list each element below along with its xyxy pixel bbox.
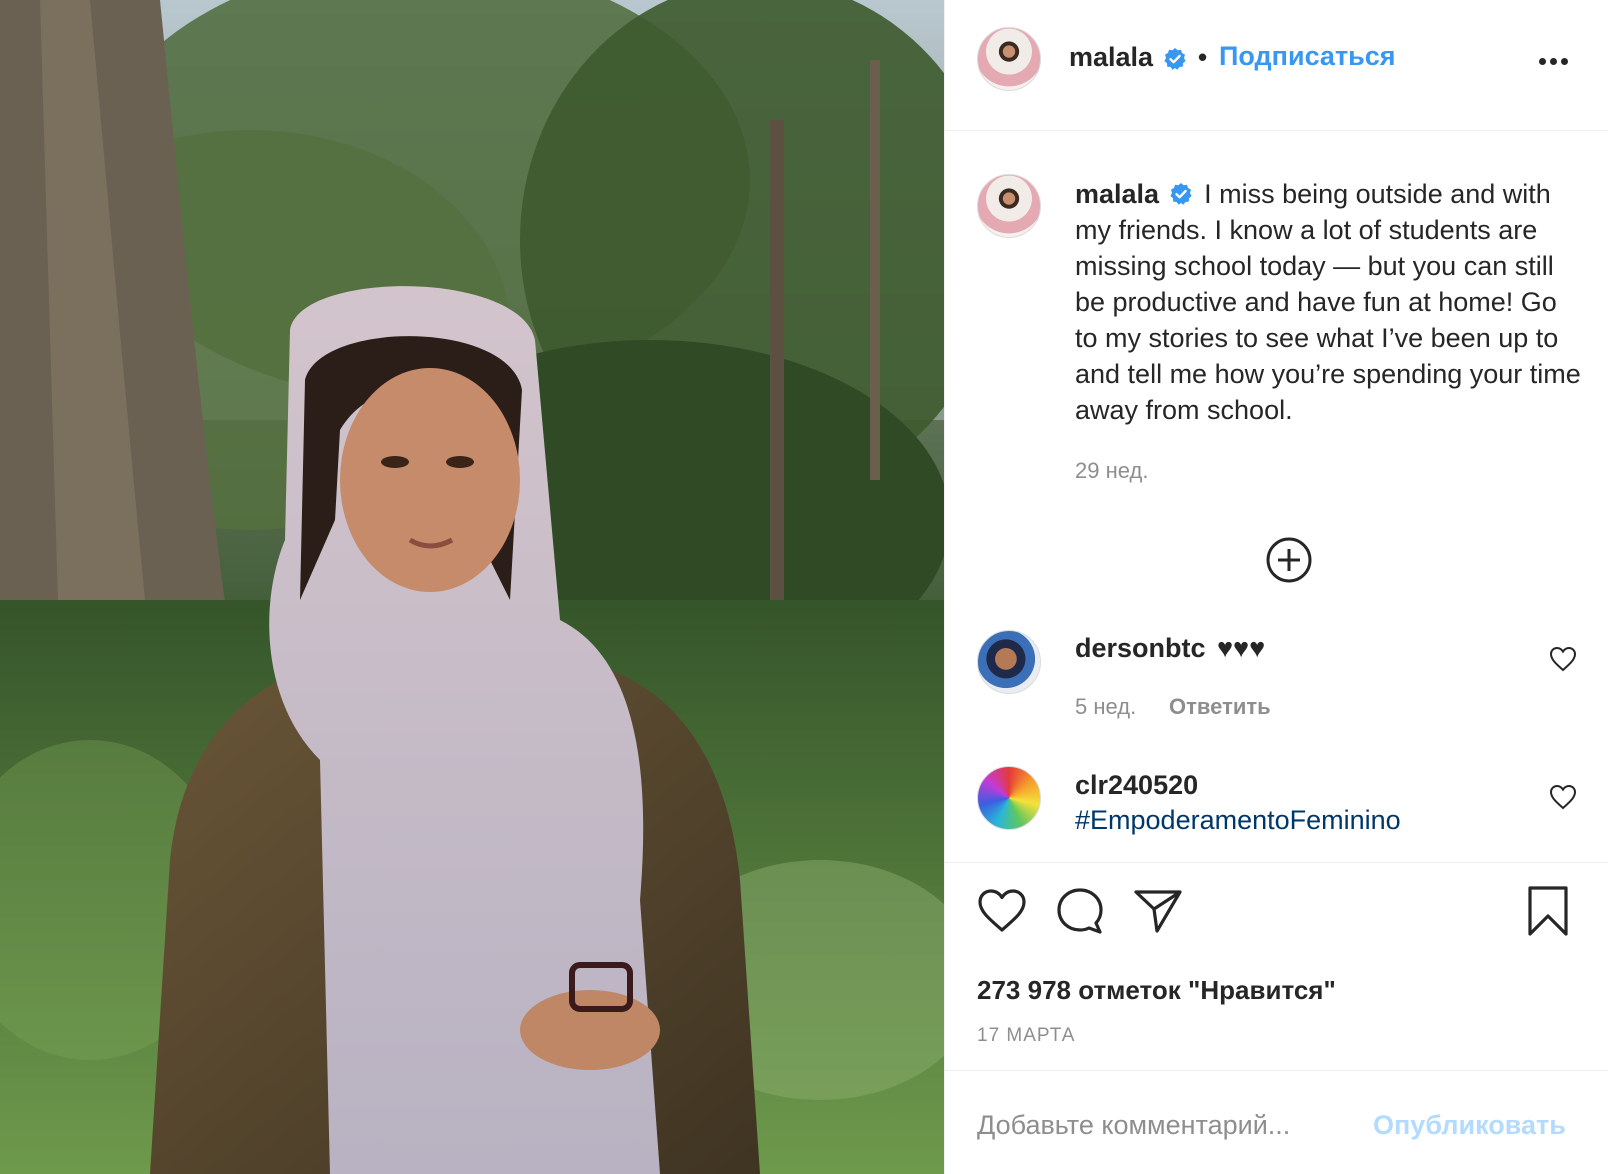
plus-circle-icon[interactable] xyxy=(1265,536,1313,584)
post-date[interactable]: 17 МАРТА xyxy=(977,1025,1075,1047)
author-username[interactable]: malala xyxy=(1069,42,1153,73)
post-side-panel: malala • Подписаться malala I miss being… xyxy=(944,0,1608,1174)
follow-button[interactable]: Подписаться xyxy=(1219,41,1396,72)
comment-avatar[interactable] xyxy=(977,630,1041,694)
bookmark-icon[interactable] xyxy=(1525,885,1571,937)
comment-timestamp[interactable]: 5 нед. xyxy=(1075,694,1136,720)
instagram-post: malala • Подписаться malala I miss being… xyxy=(0,0,1608,1174)
verified-badge-icon xyxy=(1169,183,1192,205)
heart-icon[interactable] xyxy=(977,888,1027,934)
reply-button[interactable]: Ответить xyxy=(1169,694,1271,720)
post-photo[interactable] xyxy=(0,0,944,1174)
comment-text: ♥♥♥ xyxy=(1217,633,1266,663)
comment-hashtag-link[interactable]: #EmpoderamentoFeminino xyxy=(1075,805,1401,836)
section-divider xyxy=(945,862,1608,863)
publish-button[interactable]: Опубликовать xyxy=(1373,1110,1566,1141)
comment-icon[interactable] xyxy=(1055,886,1105,936)
caption-username[interactable]: malala xyxy=(1075,179,1159,209)
section-divider xyxy=(945,1070,1608,1071)
more-options-icon[interactable] xyxy=(1539,54,1575,68)
comment-like-heart-icon[interactable] xyxy=(1549,784,1577,810)
post-caption: malala I miss being outside and with my … xyxy=(1075,176,1585,428)
header-separator: • xyxy=(1198,42,1208,72)
post-header: malala • Подписаться xyxy=(945,0,1608,131)
author-avatar[interactable] xyxy=(977,27,1041,91)
caption-avatar[interactable] xyxy=(977,174,1041,238)
share-icon[interactable] xyxy=(1133,888,1183,934)
verified-badge-icon xyxy=(1164,48,1186,70)
caption-timestamp[interactable]: 29 нед. xyxy=(1075,458,1148,484)
caption-text: I miss being outside and with my friends… xyxy=(1075,179,1581,425)
comment-avatar[interactable] xyxy=(977,766,1041,830)
comment-like-heart-icon[interactable] xyxy=(1549,646,1577,672)
comment-username[interactable]: clr240520 xyxy=(1075,770,1198,801)
comment-username[interactable]: dersonbtc xyxy=(1075,633,1206,664)
likes-count[interactable]: 273 978 отметок "Нравится" xyxy=(977,975,1336,1006)
post-photo-illustration xyxy=(0,0,944,1174)
comment-input[interactable]: Добавьте комментарий... xyxy=(977,1110,1290,1141)
